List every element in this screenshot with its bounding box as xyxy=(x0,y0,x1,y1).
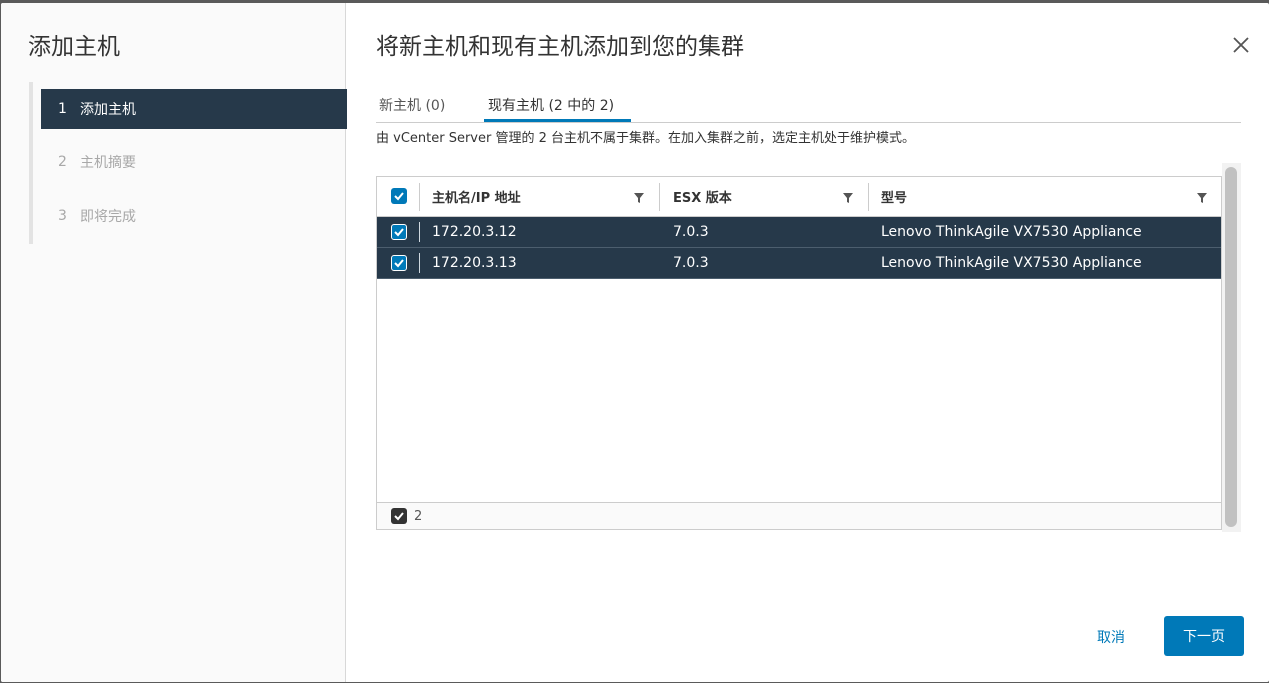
wizard-sidebar: 添加主机 1 添加主机 2 主机摘要 3 即将完成 xyxy=(1,3,349,682)
close-button[interactable] xyxy=(1231,35,1251,55)
host-tabs: 新主机 (0) 现有主机 (2 中的 2) xyxy=(376,87,1241,123)
column-header-host[interactable]: 主机名/IP 地址 xyxy=(432,177,521,216)
selected-count: 2 xyxy=(414,508,423,524)
select-all-checkbox[interactable] xyxy=(391,188,407,204)
step-label: 添加主机 xyxy=(80,102,136,118)
table-row[interactable]: 172.20.3.12 7.0.3 Lenovo ThinkAgile VX75… xyxy=(377,217,1221,248)
add-hosts-dialog: 添加主机 1 添加主机 2 主机摘要 3 即将完成 将新主机和现有主机添加到您的… xyxy=(1,3,1269,682)
wizard-step-ready-to-complete[interactable]: 3 即将完成 xyxy=(41,196,347,236)
next-button[interactable]: 下一页 xyxy=(1164,616,1244,656)
selection-count-checkbox[interactable] xyxy=(391,508,407,524)
checkbox-checked-icon xyxy=(394,228,404,237)
grid-scrollbar[interactable] xyxy=(1222,163,1241,532)
wizard-step-host-summary[interactable]: 2 主机摘要 xyxy=(41,142,347,182)
step-number: 2 xyxy=(58,154,67,170)
hosts-grid: 主机名/IP 地址 ESX 版本 型号 172.20.3.12 7.0.3 Le… xyxy=(376,176,1222,530)
grid-header: 主机名/IP 地址 ESX 版本 型号 xyxy=(377,177,1221,217)
table-row[interactable]: 172.20.3.13 7.0.3 Lenovo ThinkAgile VX75… xyxy=(377,248,1221,279)
model-cell: Lenovo ThinkAgile VX7530 Appliance xyxy=(881,224,1142,240)
column-separator xyxy=(419,183,420,211)
esx-version-cell: 7.0.3 xyxy=(673,255,709,271)
grid-footer: 2 xyxy=(377,502,1221,529)
host-cell: 172.20.3.13 xyxy=(432,255,517,271)
column-separator xyxy=(419,253,420,273)
column-header-model[interactable]: 型号 xyxy=(881,177,907,216)
checkbox-checked-icon xyxy=(394,512,404,521)
wizard-content: 将新主机和现有主机添加到您的集群 新主机 (0) 现有主机 (2 中的 2) 由… xyxy=(346,3,1269,682)
model-cell: Lenovo ThinkAgile VX7530 Appliance xyxy=(881,255,1142,271)
wizard-step-add-hosts[interactable]: 1 添加主机 xyxy=(41,89,347,129)
filter-icon[interactable] xyxy=(843,193,853,203)
step-label: 即将完成 xyxy=(80,209,136,225)
step-number: 3 xyxy=(58,208,67,224)
page-title: 将新主机和现有主机添加到您的集群 xyxy=(376,34,744,60)
column-separator xyxy=(659,183,660,211)
close-icon xyxy=(1233,37,1249,53)
column-separator xyxy=(419,222,420,242)
checkbox-checked-icon xyxy=(394,259,404,268)
filter-icon[interactable] xyxy=(1197,193,1207,203)
column-header-esx-version[interactable]: ESX 版本 xyxy=(673,177,732,216)
host-cell: 172.20.3.12 xyxy=(432,224,517,240)
step-label: 主机摘要 xyxy=(80,155,136,171)
checkbox-checked-icon xyxy=(394,192,404,201)
step-number: 1 xyxy=(58,101,67,117)
tab-existing-hosts[interactable]: 现有主机 (2 中的 2) xyxy=(484,95,631,122)
esx-version-cell: 7.0.3 xyxy=(673,224,709,240)
row-checkbox[interactable] xyxy=(391,224,407,240)
cancel-button[interactable]: 取消 xyxy=(1081,617,1141,657)
filter-icon[interactable] xyxy=(634,193,644,203)
description-text: 由 vCenter Server 管理的 2 台主机不属于集群。在加入集群之前，… xyxy=(376,131,916,146)
wizard-steps: 1 添加主机 2 主机摘要 3 即将完成 xyxy=(29,82,349,244)
row-checkbox[interactable] xyxy=(391,255,407,271)
scrollbar-thumb[interactable] xyxy=(1225,167,1237,527)
wizard-title: 添加主机 xyxy=(28,34,120,60)
column-separator xyxy=(868,183,869,211)
tab-new-hosts[interactable]: 新主机 (0) xyxy=(379,95,459,122)
